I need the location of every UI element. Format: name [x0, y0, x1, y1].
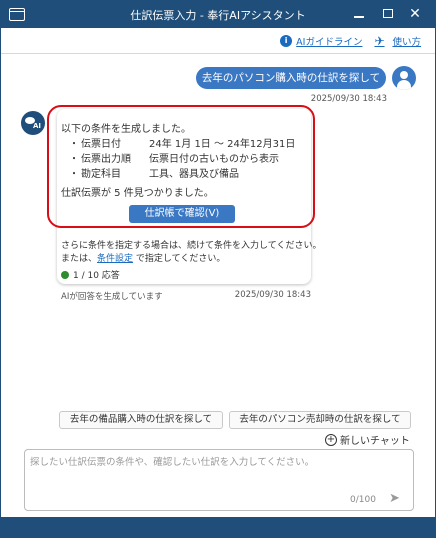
- user-head-icon: [400, 71, 408, 79]
- footer-bar: [1, 517, 435, 537]
- suggestion-chip[interactable]: 去年の備品購入時の仕訳を探して: [59, 411, 223, 429]
- window-title: 仕訳伝票入力 - 奉行AIアシスタント: [130, 9, 306, 22]
- ai-message-timestamp: 2025/09/30 18:43: [234, 290, 311, 300]
- response-count: 1 / 10 応答: [61, 268, 120, 281]
- chat-input-box: 0/100 ➤: [24, 449, 414, 511]
- assistant-window: 仕訳伝票入力 - 奉行AIアシスタント ✕ i AIガイドライン ✈ 使い方 去…: [0, 0, 436, 538]
- close-button[interactable]: ✕: [406, 6, 424, 22]
- ai-guideline-link[interactable]: i AIガイドライン: [280, 34, 362, 48]
- user-message-timestamp: 2025/09/30 18:43: [310, 94, 387, 104]
- condition-row: ・ 勘定科目 工具、器具及び備品: [69, 167, 295, 182]
- condition-label: 伝票出力順: [81, 154, 131, 165]
- condition-value: 工具、器具及び備品: [149, 169, 239, 180]
- user-avatar: [392, 66, 416, 90]
- condition-list: ・ 伝票日付 24年 1月 1日 ～ 24年12月31日 ・ 伝票出力順 伝票日…: [69, 137, 295, 182]
- status-dot-icon: [61, 270, 69, 279]
- help-links: i AIガイドライン ✈ 使い方: [280, 34, 421, 48]
- how-to-use-link[interactable]: ✈ 使い方: [374, 34, 421, 48]
- more-conditions-line2: または、条件設定 で指定してください。: [61, 253, 321, 266]
- ai-response-heading: 以下の条件を生成しました。: [61, 124, 191, 135]
- condition-row: ・ 伝票出力順 伝票日付の古いものから表示: [69, 152, 295, 167]
- maximize-icon: [383, 9, 393, 18]
- condition-value: 伝票日付の古いものから表示: [149, 154, 279, 165]
- more-conditions-prefix: または、: [61, 254, 98, 264]
- response-count-text: 1 / 10 応答: [73, 271, 120, 281]
- condition-bullet: ・: [69, 154, 79, 165]
- character-counter: 0/100: [350, 495, 376, 505]
- maximize-button[interactable]: [379, 6, 397, 22]
- condition-row: ・ 伝票日付 24年 1月 1日 ～ 24年12月31日: [69, 137, 295, 152]
- found-count-text: 仕訳伝票が 5 件見つかりました。: [61, 188, 214, 199]
- new-chat-button[interactable]: + 新しいチャット: [325, 432, 410, 447]
- how-to-use-label: 使い方: [392, 37, 421, 48]
- new-chat-label: 新しいチャット: [340, 436, 410, 447]
- send-icon[interactable]: ➤: [389, 492, 405, 506]
- header-divider: [1, 53, 435, 54]
- ai-guideline-label: AIガイドライン: [296, 37, 363, 48]
- plus-icon: +: [325, 433, 337, 446]
- more-conditions-suffix: で指定してください。: [133, 254, 226, 264]
- minimize-icon: [354, 16, 364, 18]
- condition-label: 勘定科目: [81, 169, 121, 180]
- more-conditions-line1: さらに条件を指定する場合は、続けて条件を入力してください。: [61, 241, 322, 251]
- condition-settings-link[interactable]: 条件設定: [97, 254, 133, 264]
- ai-generating-status: AIが回答を生成しています: [61, 292, 163, 302]
- suggestion-chip[interactable]: 去年のパソコン売却時の仕訳を探して: [229, 411, 411, 429]
- bird-icon: ✈: [374, 34, 385, 48]
- condition-value: 24年 1月 1日 ～ 24年12月31日: [149, 139, 296, 150]
- user-body-icon: [397, 80, 411, 90]
- condition-label: 伝票日付: [81, 139, 121, 150]
- user-message-bubble: 去年のパソコン購入時の仕訳を探して: [196, 67, 386, 89]
- title-bar: 仕訳伝票入力 - 奉行AIアシスタント ✕: [1, 1, 435, 28]
- ai-avatar-label: AI: [33, 122, 42, 130]
- more-conditions-text: さらに条件を指定する場合は、続けて条件を入力してください。 または、条件設定 で…: [61, 240, 321, 266]
- confirm-in-journal-button[interactable]: 仕訳帳で確認(V): [129, 205, 235, 223]
- condition-bullet: ・: [69, 169, 79, 180]
- condition-bullet: ・: [69, 139, 79, 150]
- chat-input[interactable]: [30, 454, 408, 484]
- ai-avatar: AI: [21, 111, 45, 135]
- minimize-button[interactable]: [350, 6, 368, 22]
- info-icon: i: [280, 35, 293, 47]
